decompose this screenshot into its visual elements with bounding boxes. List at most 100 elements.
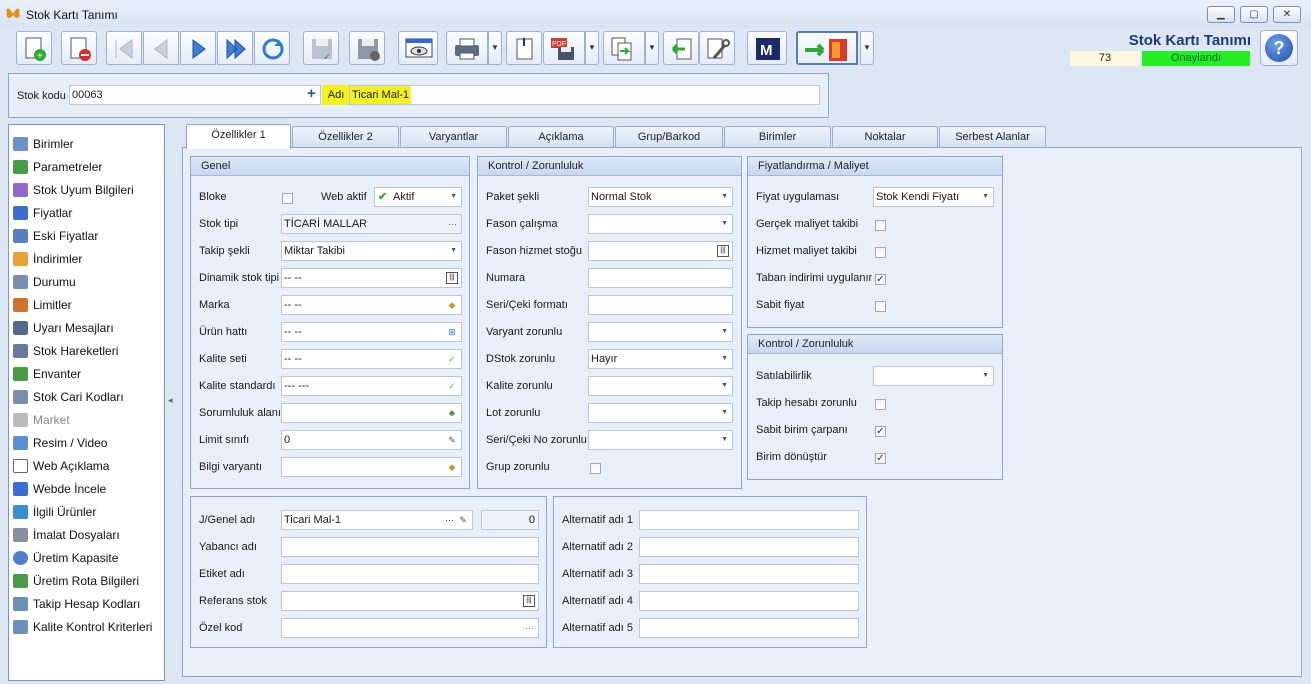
sidebar-item-envanter[interactable]: Envanter: [13, 364, 81, 384]
satilabilirlik-select[interactable]: ▼: [873, 366, 994, 386]
print-button[interactable]: [446, 31, 488, 65]
sidebar-item-market[interactable]: Market: [13, 410, 70, 430]
people-icon[interactable]: ♣: [446, 407, 458, 419]
sabit-birim-checkbox[interactable]: ✓: [875, 426, 886, 437]
tag-icon[interactable]: ◆: [446, 461, 458, 473]
tab-ozellikler-2[interactable]: Özellikler 2: [292, 126, 399, 147]
sidebar-item-ilgili-urunler[interactable]: İlgili Ürünler: [13, 502, 96, 522]
sidebar-item-durumu[interactable]: Durumu: [13, 272, 76, 292]
copy-button[interactable]: [603, 31, 645, 65]
sidebar-item-parametreler[interactable]: Parametreler: [13, 157, 102, 177]
alternatif-4-field[interactable]: [639, 591, 859, 611]
tab-varyantlar[interactable]: Varyantlar: [400, 126, 507, 147]
lot-select[interactable]: ▼: [588, 403, 733, 423]
new-record-button[interactable]: +: [16, 31, 52, 65]
save-button[interactable]: ✓: [303, 31, 339, 65]
dinamik-field[interactable]: -- -- |||: [281, 268, 462, 288]
m-button[interactable]: M: [747, 31, 787, 65]
limit-field[interactable]: 0 ✎: [281, 430, 462, 450]
sidebar-item-cari-kodlari[interactable]: Stok Cari Kodları: [13, 387, 124, 407]
paket-select[interactable]: Normal Stok ▼: [588, 187, 733, 207]
gercek-checkbox[interactable]: [875, 220, 886, 231]
barcode-icon[interactable]: |||: [446, 272, 458, 284]
delete-record-button[interactable]: [61, 31, 97, 65]
sidebar-item-indirimler[interactable]: İndirimler: [13, 249, 82, 269]
seri-no-select[interactable]: ▼: [588, 430, 733, 450]
import-button[interactable]: [663, 31, 699, 65]
name-input[interactable]: Ticari Mal-1: [349, 85, 820, 105]
sidebar-item-stok-uyum[interactable]: Stok Uyum Bilgileri: [13, 180, 134, 200]
sidebar-item-stok-hareketleri[interactable]: Stok Hareketleri: [13, 341, 118, 361]
next-record-button[interactable]: [180, 31, 216, 65]
sidebar-item-limitler[interactable]: Limitler: [13, 295, 72, 315]
sabit-fiyat-checkbox[interactable]: [875, 301, 886, 312]
varyant-select[interactable]: ▼: [588, 322, 733, 342]
sorumluluk-field[interactable]: ♣: [281, 403, 462, 423]
tab-birimler[interactable]: Birimler: [724, 126, 831, 147]
sidebar-item-fiyatlar[interactable]: Fiyatlar: [13, 203, 72, 223]
sidebar-item-webde-incele[interactable]: Webde İncele: [13, 479, 106, 499]
close-button[interactable]: ✕: [1273, 6, 1301, 23]
kalite-select[interactable]: ▼: [588, 376, 733, 396]
hierarchy-icon[interactable]: ⊞: [446, 326, 458, 338]
fason-select[interactable]: ▼: [588, 214, 733, 234]
birim-donustur-checkbox[interactable]: ✓: [875, 453, 886, 464]
alternatif-3-field[interactable]: [639, 564, 859, 584]
marka-field[interactable]: -- -- ◆: [281, 295, 462, 315]
pdf-export-button[interactable]: PDF: [543, 31, 585, 65]
prev-record-button[interactable]: [143, 31, 179, 65]
kalite-seti-field[interactable]: -- -- ✓: [281, 349, 462, 369]
seri-format-field[interactable]: [588, 295, 733, 315]
dstok-select[interactable]: Hayır ▼: [588, 349, 733, 369]
sidebar-item-takip-hesap[interactable]: Takip Hesap Kodları: [13, 594, 140, 614]
splitter-handle[interactable]: ◂: [168, 395, 173, 406]
last-record-button[interactable]: [217, 31, 253, 65]
genel-adi-field[interactable]: Ticari Mal-1 ··· ✎: [281, 510, 473, 530]
exit-dropdown[interactable]: ▼: [860, 31, 874, 65]
referans-field[interactable]: |||: [281, 591, 539, 611]
tag-icon[interactable]: ◆: [446, 299, 458, 311]
alternatif-5-field[interactable]: [639, 618, 859, 638]
takip-hesabi-checkbox[interactable]: [875, 399, 886, 410]
sidebar-item-uyari[interactable]: Uyarı Mesajları: [13, 318, 114, 338]
yabanci-adi-field[interactable]: [281, 537, 539, 557]
first-record-button[interactable]: [106, 31, 142, 65]
minimize-button[interactable]: ▁: [1207, 6, 1235, 23]
double-check-icon[interactable]: ✓: [446, 353, 458, 365]
tools-button[interactable]: [699, 31, 735, 65]
etiket-adi-field[interactable]: [281, 564, 539, 584]
barcode-icon[interactable]: |||: [523, 595, 535, 607]
sidebar-item-web-aciklama[interactable]: Web Açıklama: [13, 456, 109, 476]
refresh-button[interactable]: [254, 31, 290, 65]
preview-button[interactable]: [398, 31, 438, 65]
stock-code-input[interactable]: 00063: [69, 85, 321, 105]
taban-checkbox[interactable]: ✓: [875, 274, 886, 285]
sidebar-item-birimler[interactable]: Birimler: [13, 134, 74, 154]
alternatif-1-field[interactable]: [639, 510, 859, 530]
fiyat-uygulama-select[interactable]: Stok Kendi Fiyatı ▼: [873, 187, 994, 207]
bloke-checkbox[interactable]: [282, 193, 293, 204]
ellipsis-icon[interactable]: ···: [445, 511, 454, 529]
edit-icon[interactable]: ✎: [457, 514, 469, 526]
attach-button[interactable]: [506, 31, 542, 65]
web-aktif-select[interactable]: ✔ Aktif ▼: [374, 187, 462, 207]
tab-noktalar[interactable]: Noktalar: [832, 126, 938, 147]
sidebar-item-eski-fiyatlar[interactable]: Eski Fiyatlar: [13, 226, 98, 246]
exit-button[interactable]: [796, 31, 858, 65]
save-close-button[interactable]: [349, 31, 385, 65]
tab-aciklama[interactable]: Açıklama: [508, 126, 614, 147]
numara-field[interactable]: [588, 268, 733, 288]
sidebar-item-uretim-rota[interactable]: Üretim Rota Bilgileri: [13, 571, 139, 591]
tab-grup-barkod[interactable]: Grup/Barkod: [615, 126, 723, 147]
maximize-button[interactable]: ▢: [1240, 6, 1268, 23]
copy-dropdown[interactable]: ▼: [645, 31, 659, 65]
help-button[interactable]: ?: [1260, 30, 1298, 66]
takip-sekli-select[interactable]: Miktar Takibi ▼: [281, 241, 462, 261]
fason-hizmet-field[interactable]: |||: [588, 241, 733, 261]
grup-checkbox[interactable]: [590, 463, 601, 474]
bilgi-field[interactable]: ◆: [281, 457, 462, 477]
tab-serbest-alanlar[interactable]: Serbest Alanlar: [939, 126, 1046, 147]
barcode-icon[interactable]: |||: [717, 245, 729, 257]
hizmet-checkbox[interactable]: [875, 247, 886, 258]
urun-hatti-field[interactable]: -- -- ⊞: [281, 322, 462, 342]
